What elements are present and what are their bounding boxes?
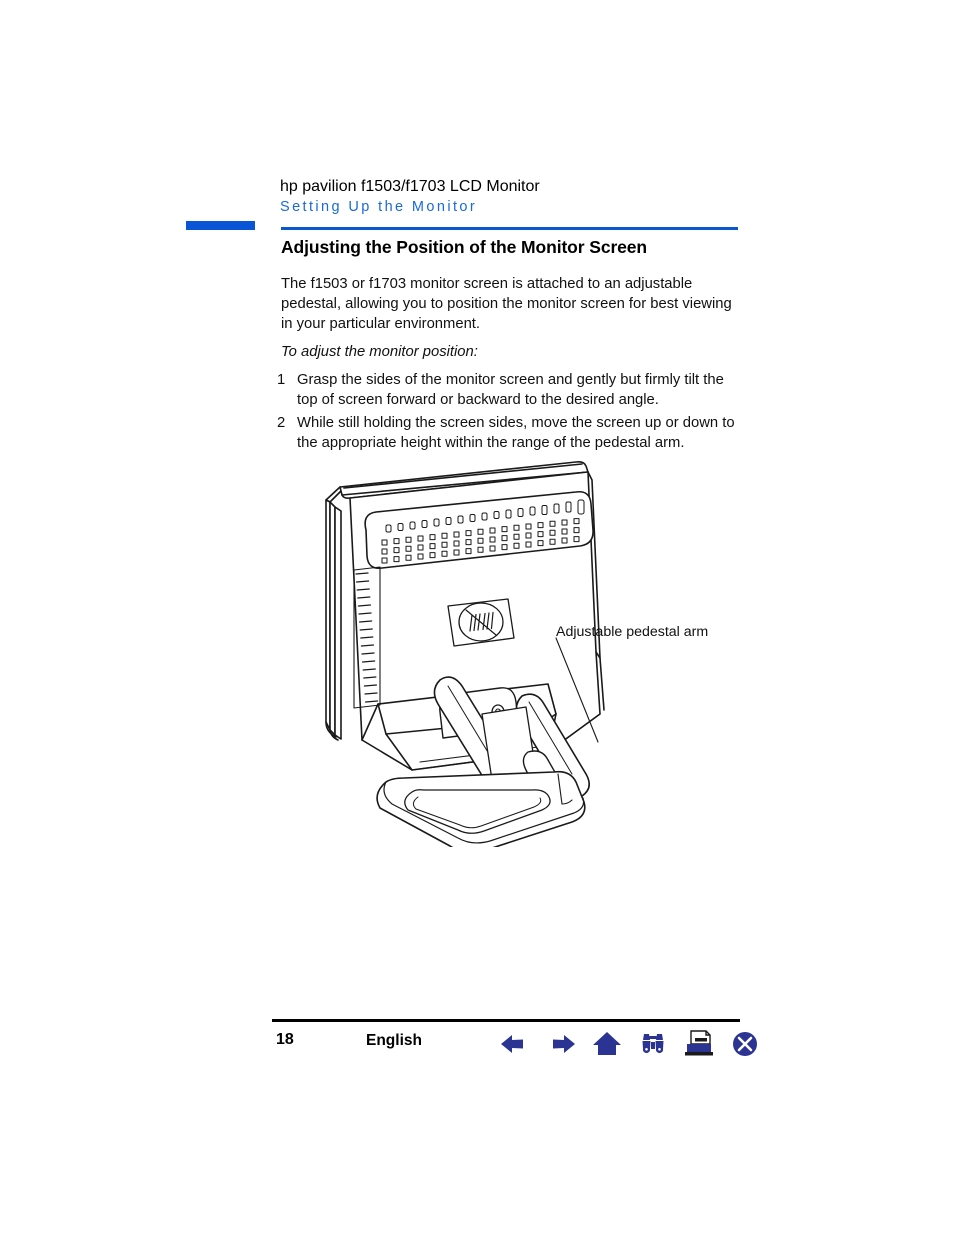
language-label: English <box>366 1032 422 1049</box>
step-text: Grasp the sides of the monitor screen an… <box>297 372 724 408</box>
step-text: While still holding the screen sides, mo… <box>297 415 735 451</box>
page-header: hp pavilion f1503/f1703 LCD Monitor Sett… <box>280 178 740 217</box>
procedure-steps: 1 Grasp the sides of the monitor screen … <box>277 370 747 456</box>
close-icon[interactable] <box>728 1027 762 1061</box>
step-number: 1 <box>277 372 286 388</box>
header-rule <box>281 227 738 230</box>
document-title: hp pavilion f1503/f1703 LCD Monitor <box>280 178 540 195</box>
list-item: 1 Grasp the sides of the monitor screen … <box>277 370 747 410</box>
next-page-icon[interactable] <box>544 1027 578 1061</box>
callout-label-adjustable-pedestal-arm: Adjustable pedestal arm <box>556 624 709 640</box>
document-subtitle: Setting Up the Monitor <box>280 199 478 215</box>
procedure-lead-in: To adjust the monitor position: <box>281 344 478 360</box>
step-number: 2 <box>277 415 286 431</box>
footer-rule <box>272 1019 740 1022</box>
footer-navigation-bar <box>498 1027 757 1061</box>
page-number: 18 <box>276 1031 294 1048</box>
previous-page-icon[interactable] <box>498 1027 532 1061</box>
list-item: 2 While still holding the screen sides, … <box>277 413 747 453</box>
monitor-illustration <box>300 452 720 847</box>
header-accent-bar <box>186 221 255 230</box>
search-icon[interactable] <box>636 1027 670 1061</box>
home-icon[interactable] <box>590 1027 624 1061</box>
intro-paragraph: The f1503 or f1703 monitor screen is att… <box>281 276 732 332</box>
print-icon[interactable] <box>682 1027 716 1061</box>
page-title: Adjusting the Position of the Monitor Sc… <box>281 237 648 257</box>
